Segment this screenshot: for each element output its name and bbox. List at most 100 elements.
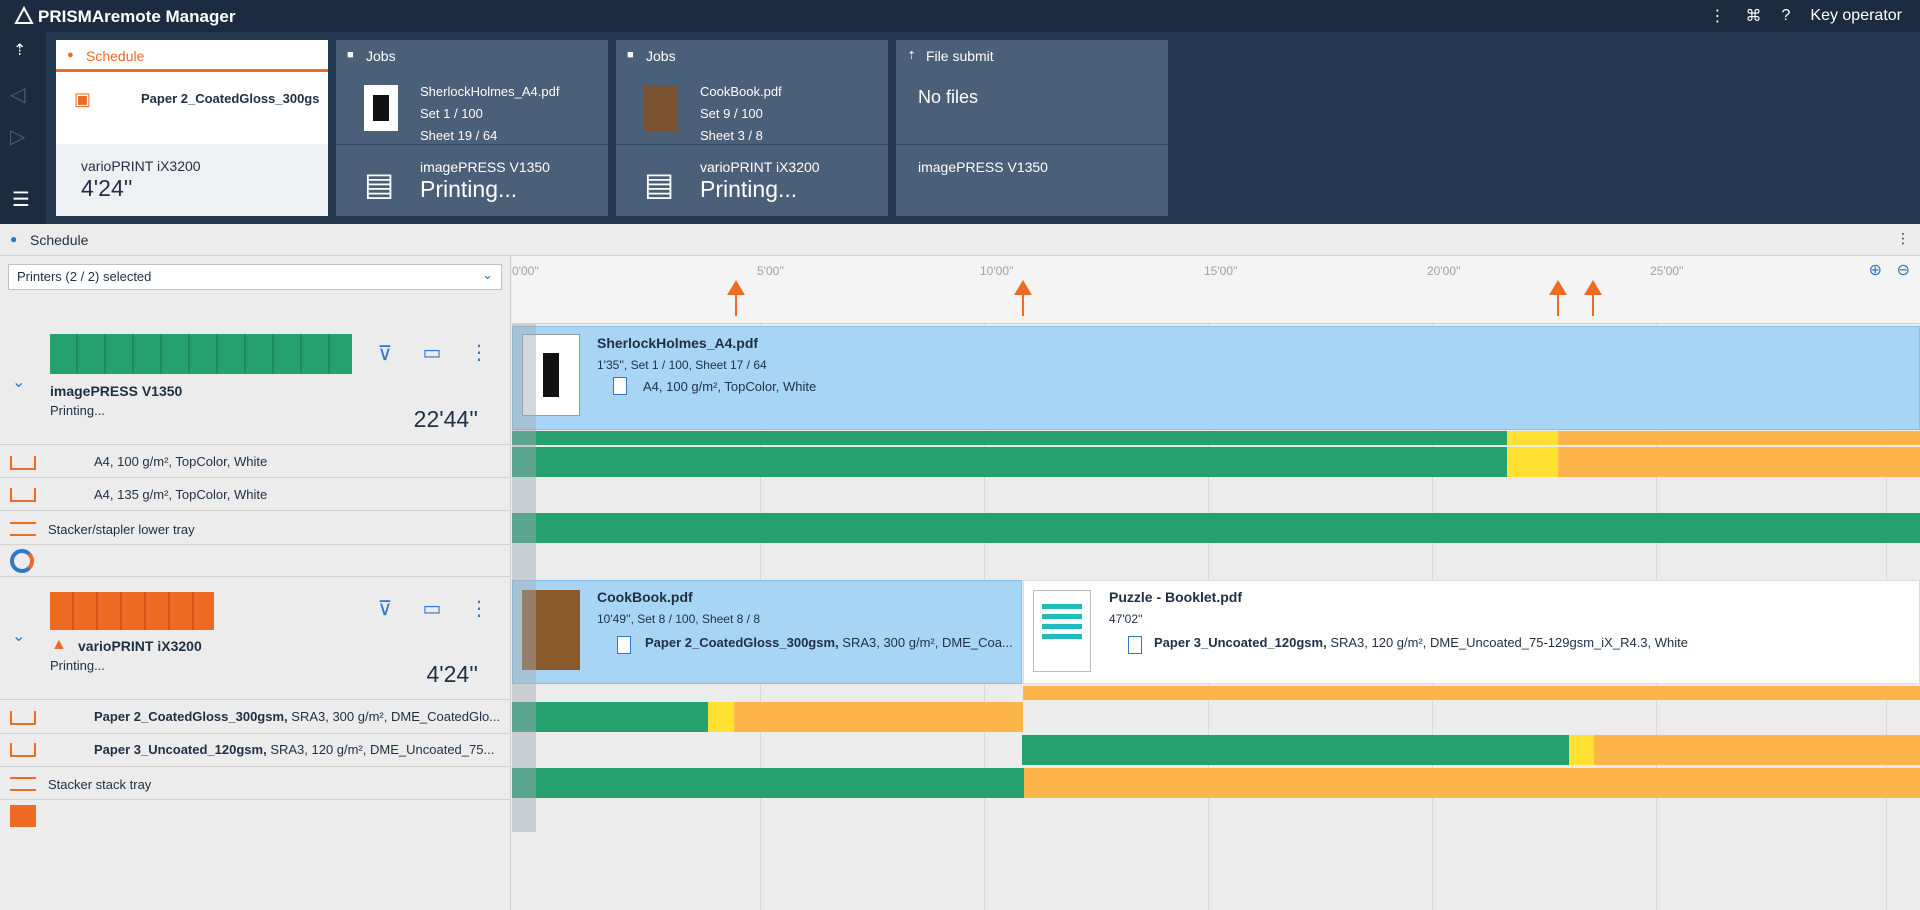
media-label: A4, 135 g/m², TopColor, White	[94, 487, 268, 502]
tray-button[interactable]: ▭	[419, 596, 445, 622]
jobs-card-status: Printing...	[700, 176, 798, 202]
job-thumbnail	[364, 85, 398, 131]
row-divider	[0, 576, 511, 577]
jobs-card-printer: imagePRESS V1350	[420, 159, 550, 175]
job-block-puzzle[interactable]: Puzzle - Booklet.pdf 47'02'' Paper 3_Unc…	[1023, 580, 1920, 684]
warning-icon[interactable]	[726, 278, 746, 316]
more-options-button[interactable]: ⋮	[466, 340, 492, 366]
jobs-card-file: CookBook.pdf	[700, 84, 782, 99]
printer-state: Printing...	[50, 403, 105, 418]
printer-name: varioPRINT iX3200	[78, 638, 202, 654]
stacker-icon	[10, 522, 36, 536]
media-bar-warn	[1507, 447, 1558, 477]
output-bar-ok	[512, 513, 1920, 543]
stop-button[interactable]: ⊽	[372, 596, 398, 622]
file-submit-card[interactable]: ⇡ File submit No files imagePRESS V1350	[896, 40, 1168, 216]
media-warning-icon: ▣	[74, 89, 92, 109]
jobs-card-2[interactable]: ■ Jobs CookBook.pdf Set 9 / 100 Sheet 3 /…	[616, 40, 888, 216]
clock-icon: ●	[10, 232, 18, 246]
help-icon[interactable]: ?	[1781, 7, 1790, 25]
expand-icon[interactable]: ⌄	[12, 626, 25, 646]
file-submit-status: No files	[918, 87, 979, 107]
media-icon	[1128, 636, 1142, 654]
media-name: Paper 3_Uncoated_120gsm,	[94, 742, 267, 757]
media-label: Paper 2_CoatedGloss_300gsm, SRA3, 300 g/…	[94, 709, 500, 724]
jobs-card-label: Jobs	[646, 48, 676, 64]
zoom-in-icon[interactable]: ⊕	[1869, 260, 1882, 280]
media-bar-low	[1558, 447, 1920, 477]
row-divider	[0, 799, 511, 800]
job-block-cookbook[interactable]: CookBook.pdf 10'49'', Set 8 / 100, Sheet…	[512, 580, 1022, 684]
media-bar-ok	[512, 447, 1507, 477]
schedule-more-icon[interactable]: ⋮	[1896, 230, 1910, 247]
printer-warning-icon[interactable]: ▲	[51, 636, 67, 654]
job-duration: 47'02''	[1109, 612, 1143, 626]
forward-icon[interactable]: ▷	[10, 124, 25, 149]
row-divider	[0, 699, 511, 700]
media-bar-warn	[1507, 431, 1558, 445]
color-warning-icon[interactable]	[10, 549, 34, 573]
current-time-marker	[512, 324, 536, 832]
schedule-title: Schedule	[30, 232, 89, 248]
job-block-sherlock[interactable]: SherlockHolmes_A4.pdf 1'35'', Set 1 / 10…	[512, 326, 1920, 430]
app-title: PRISMAremote Manager	[38, 7, 236, 26]
media-detail: SRA3, 300 g/m², DME_Coa...	[838, 635, 1013, 650]
row-divider	[0, 766, 511, 767]
tick-label: 20'00''	[1427, 264, 1461, 278]
timeline-ruler: 0'00'' 5'00'' 10'00'' 15'00'' 20'00'' 25…	[512, 256, 1920, 324]
file-submit-label: File submit	[926, 48, 994, 64]
tick-label: 15'00''	[1204, 264, 1238, 278]
media-detail: SRA3, 120 g/m², DME_Uncoated_75...	[266, 742, 495, 757]
media-bar-low	[1023, 686, 1920, 700]
language-icon[interactable]: ⌘	[1745, 6, 1761, 26]
top-bar: PRISMAremote Manager ⋮ ⌘ ? Key operator	[0, 0, 1920, 32]
finisher-icon[interactable]	[10, 805, 36, 827]
job-media: Paper 3_Uncoated_120gsm, SRA3, 120 g/m²,…	[1154, 635, 1688, 650]
jobs-card-printer: varioPRINT iX3200	[700, 159, 820, 175]
row-divider	[0, 477, 511, 478]
printer-time: 4'24''	[426, 661, 478, 687]
stop-button[interactable]: ⊽	[372, 341, 398, 367]
media-detail: SRA3, 120 g/m², DME_Uncoated_75-129gsm_i…	[1326, 635, 1688, 650]
more-icon[interactable]: ⋮	[1709, 6, 1725, 26]
job-media: A4, 100 g/m², TopColor, White	[643, 379, 817, 394]
jobs-card-1[interactable]: ■ Jobs SherlockHolmes_A4.pdf Set 1 / 100 …	[336, 40, 608, 216]
job-title: SherlockHolmes_A4.pdf	[597, 335, 759, 351]
warning-icon[interactable]	[1548, 278, 1568, 316]
row-divider	[0, 733, 511, 734]
chevron-down-icon: ⌄	[482, 267, 493, 282]
tick-label: 25'00''	[1650, 264, 1684, 278]
back-icon[interactable]: ◁	[10, 82, 25, 107]
warning-icon[interactable]	[1013, 278, 1033, 316]
media-bar-low	[1558, 431, 1920, 445]
output-bar-low	[1024, 768, 1920, 798]
expand-icon[interactable]: ⌄	[12, 372, 25, 392]
printer-image-varioprint	[50, 592, 214, 630]
printer-state: Printing...	[50, 658, 105, 673]
job-media: Paper 2_CoatedGloss_300gsm, SRA3, 300 g/…	[645, 635, 1021, 650]
media-bar-ok	[512, 431, 1507, 445]
tick-label: 0'00''	[512, 264, 539, 278]
output-bar-ok	[512, 768, 1024, 798]
media-icon	[613, 377, 627, 395]
schedule-card[interactable]: ● Schedule ▣ Paper 2_CoatedGloss_300gs va…	[56, 40, 328, 216]
row-divider	[0, 510, 511, 511]
printer-filter-value: Printers (2 / 2) selected	[17, 269, 152, 284]
media-name: Paper 2_CoatedGloss_300gsm,	[645, 635, 839, 650]
job-thumbnail	[644, 85, 678, 131]
printer-filter-select[interactable]: Printers (2 / 2) selected ⌄	[8, 264, 502, 290]
warning-icon[interactable]	[1583, 278, 1603, 316]
user-role[interactable]: Key operator	[1810, 7, 1902, 25]
tray-icon	[10, 743, 36, 757]
zoom-out-icon[interactable]: ⊖	[1897, 260, 1910, 280]
job-thumbnail	[1033, 590, 1091, 672]
menu-icon[interactable]: ☰	[12, 187, 30, 212]
tray-button[interactable]: ▭	[419, 340, 445, 366]
printer-icon: ▤	[364, 166, 395, 202]
folder-icon: ■	[347, 49, 354, 61]
media-bar-warn	[708, 702, 734, 732]
pin-icon[interactable]: ⇡	[13, 40, 26, 60]
job-progress: 10'49'', Set 8 / 100, Sheet 8 / 8	[597, 612, 760, 626]
more-options-button[interactable]: ⋮	[466, 596, 492, 622]
output-label: Stacker stack tray	[48, 777, 152, 792]
